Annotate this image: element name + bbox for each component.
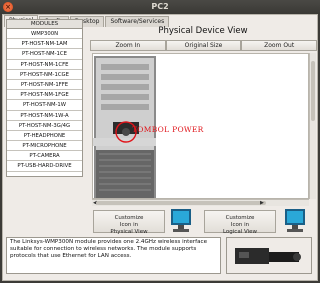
zoom-toolbar: Zoom In Original Size Zoom Out	[90, 40, 318, 51]
vertical-scroll-thumb[interactable]	[311, 61, 315, 121]
module-item[interactable]: PT-HOST-NM-1FGE	[7, 90, 82, 101]
power-button-annotation: TOMBOL POWER	[132, 125, 204, 134]
scroll-right-icon[interactable]: ▶	[260, 200, 264, 207]
module-preview	[226, 237, 312, 274]
original-size-button[interactable]: Original Size	[165, 40, 242, 51]
module-item[interactable]: PT-MICROPHONE	[7, 141, 82, 152]
zoom-out-button[interactable]: Zoom Out	[241, 40, 318, 51]
module-item[interactable]: PT-HOST-NM-3G/4G	[7, 121, 82, 131]
module-item[interactable]: PT-HOST-NM-1FFE	[7, 80, 82, 91]
modules-header: MODULES	[7, 20, 82, 29]
module-item[interactable]: PT-HOST-NM-1CFE	[7, 60, 82, 70]
module-item[interactable]: WMP300N	[7, 29, 82, 40]
physical-view-title: Physical Device View	[158, 26, 248, 36]
module-description: The Linksys-WMP300N module provides one …	[6, 237, 221, 274]
zoom-in-button[interactable]: Zoom In	[90, 40, 166, 51]
device-viewport: TOMBOL POWER	[92, 53, 309, 199]
module-item[interactable]: PT-HOST-NM-1CGE	[7, 70, 82, 80]
customize-physical-view-button[interactable]: Customize Icon in Physical View	[93, 210, 165, 235]
window-title: PC2	[151, 2, 169, 11]
monitor-icon	[171, 209, 191, 232]
close-icon[interactable]: ×	[3, 2, 13, 12]
horizontal-scrollbar[interactable]: ◀ ▶	[92, 199, 309, 206]
horizontal-scroll-thumb[interactable]	[96, 201, 266, 205]
monitor-icon	[285, 209, 305, 232]
module-item[interactable]: PT-HEADPHONE	[7, 131, 82, 142]
module-item[interactable]: PT-HOST-NM-1W-A	[7, 111, 82, 121]
module-item[interactable]: PT-HOST-NM-1W	[7, 100, 82, 111]
title-bar: × PC2	[0, 0, 320, 14]
vertical-scrollbar[interactable]	[309, 53, 316, 199]
modules-list: MODULES WMP300N PT-HOST-NM-1AM PT-HOST-N…	[6, 19, 83, 177]
module-item[interactable]: PT-HOST-NM-1CE	[7, 49, 82, 60]
customize-logical-view-button[interactable]: Customize Icon in Logical View	[204, 210, 276, 235]
module-item[interactable]: PT-CAMERA	[7, 151, 82, 162]
module-item[interactable]: PT-HOST-NM-1AM	[7, 39, 82, 50]
wireless-card-image	[233, 242, 307, 271]
module-item[interactable]: PT-USB-HARD-DRIVE	[7, 161, 82, 172]
